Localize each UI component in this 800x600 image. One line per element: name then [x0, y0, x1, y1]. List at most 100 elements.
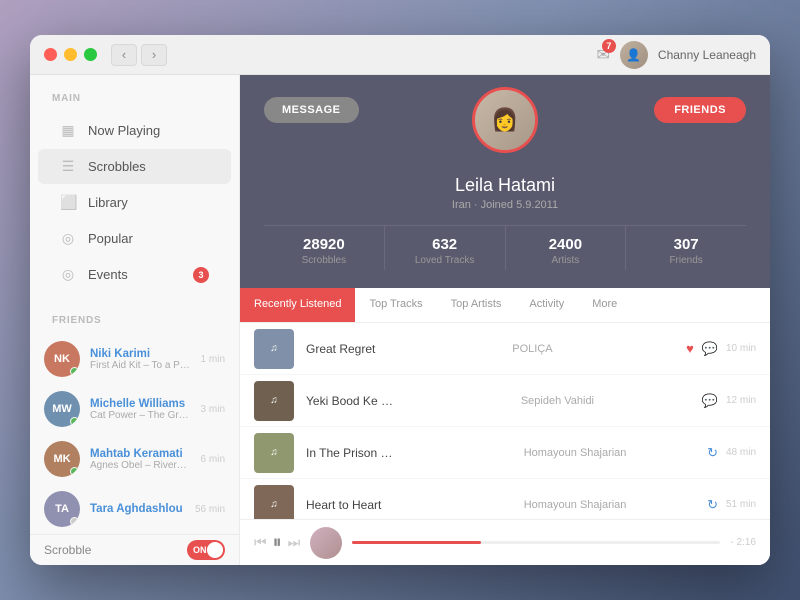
track-actions-2: ↻ 48 min — [707, 445, 756, 461]
friend-info-0: Niki Karimi First Aid Kit – To a Poet — [90, 348, 191, 371]
track-row-1[interactable]: ♫ Yeki Bood Ke … Sepideh Vahidi 💬 12 min — [240, 375, 770, 427]
track-title-2: In The Prison … — [306, 446, 512, 460]
friend-time-3: 56 min — [195, 504, 225, 515]
stat-label-3: Friends — [630, 255, 742, 266]
friend-name-0: Niki Karimi — [90, 348, 191, 360]
stat-item-1: 632 Loved Tracks — [384, 226, 505, 270]
main-content: MAIN ▦ Now Playing ☰ Scrobbles ⬜ Library… — [30, 75, 770, 565]
track-title-0: Great Regret — [306, 342, 500, 356]
maximize-button[interactable] — [84, 48, 97, 61]
minimize-button[interactable] — [64, 48, 77, 61]
stat-item-2: 2400 Artists — [505, 226, 626, 270]
track-thumb-1: ♫ — [254, 381, 294, 421]
stat-label-1: Loved Tracks — [389, 255, 501, 266]
track-thumb-inner-2: ♫ — [254, 433, 294, 473]
nav-buttons: ‹ › — [111, 44, 167, 66]
track-thumb-2: ♫ — [254, 433, 294, 473]
sidebar-item-popular[interactable]: ◎ Popular — [38, 221, 231, 256]
notification-badge[interactable]: ✉ 7 — [597, 45, 610, 65]
forward-button[interactable]: › — [141, 44, 167, 66]
friend-track-0: First Aid Kit – To a Poet — [90, 360, 191, 371]
tab-3[interactable]: Activity — [515, 288, 578, 322]
prev-button[interactable]: ⏮ — [254, 534, 267, 551]
stat-label-2: Artists — [510, 255, 622, 266]
player-bar: ⏮ ⏸ ⏭ - 2:16 — [240, 519, 770, 565]
friend-item-1[interactable]: MW Michelle Williams Cat Power – The Gre… — [30, 384, 239, 434]
progress-bar[interactable] — [352, 541, 720, 544]
profile-header: MESSAGE FRIENDS 👩 Leila Hatami Iran · Jo… — [240, 75, 770, 288]
progress-fill — [352, 541, 481, 544]
tab-2[interactable]: Top Artists — [437, 288, 516, 322]
chat-icon-1[interactable]: 💬 — [702, 393, 718, 409]
back-button[interactable]: ‹ — [111, 44, 137, 66]
sidebar-item-events[interactable]: ◎ Events 3 — [38, 257, 231, 292]
scrobble-bar: Scrobble ON — [30, 534, 239, 565]
stat-item-3: 307 Friends — [625, 226, 746, 270]
friend-item-3[interactable]: TA Tara Aghdashlou 56 min — [30, 484, 239, 534]
friends-button[interactable]: FRIENDS — [654, 97, 746, 123]
stat-num-3: 307 — [630, 236, 742, 253]
stat-label-0: Scrobbles — [268, 255, 380, 266]
sidebar-label-events: Events — [88, 267, 128, 282]
scrobble-toggle[interactable]: ON — [187, 540, 225, 560]
track-artist-3: Homayoun Shajarian — [524, 499, 695, 511]
stats-row: 28920 Scrobbles 632 Loved Tracks 2400 Ar… — [264, 225, 746, 270]
sidebar-item-library[interactable]: ⬜ Library — [38, 185, 231, 220]
traffic-lights — [44, 48, 97, 61]
track-row-2[interactable]: ♫ In The Prison … Homayoun Shajarian ↻ 4… — [240, 427, 770, 479]
sidebar-label-scrobbles: Scrobbles — [88, 159, 146, 174]
scrobble-label: Scrobble — [44, 543, 91, 557]
tab-4[interactable]: More — [578, 288, 631, 322]
track-artist-2: Homayoun Shajarian — [524, 447, 695, 459]
toggle-on-label: ON — [193, 545, 207, 555]
friend-avatar-0: NK — [44, 341, 80, 377]
sidebar-item-scrobbles[interactable]: ☰ Scrobbles — [38, 149, 231, 184]
sidebar-icon-now-playing: ▦ — [60, 122, 76, 139]
heart-icon-0[interactable]: ♥ — [686, 341, 694, 356]
friend-info-2: Mahtab Keramati Agnes Obel – Riverside — [90, 448, 191, 471]
profile-avatar: 👩 — [472, 87, 538, 153]
track-time-2: 48 min — [726, 447, 756, 458]
track-time-3: 51 min — [726, 499, 756, 510]
refresh-icon-2[interactable]: ↻ — [707, 445, 718, 461]
friend-time-0: 1 min — [201, 354, 225, 365]
sidebar-badge-events: 3 — [193, 267, 209, 283]
profile-name: Leila Hatami — [455, 175, 555, 196]
play-pause-button[interactable]: ⏸ — [273, 532, 282, 553]
notification-count: 7 — [602, 39, 616, 53]
friend-status-dot-1 — [70, 417, 79, 426]
titlebar: ‹ › ✉ 7 👤 Channy Leaneagh — [30, 35, 770, 75]
track-actions-0: ♥ 💬 10 min — [686, 341, 756, 357]
toggle-knob — [207, 542, 223, 558]
friend-item-2[interactable]: MK Mahtab Keramati Agnes Obel – Riversid… — [30, 434, 239, 484]
track-row-0[interactable]: ♫ Great Regret POLIÇA ♥ 💬 10 min — [240, 323, 770, 375]
tab-1[interactable]: Top Tracks — [355, 288, 436, 322]
track-row-3[interactable]: ♫ Heart to Heart Homayoun Shajarian ↻ 51… — [240, 479, 770, 519]
next-button[interactable]: ⏭ — [288, 534, 301, 551]
player-controls: ⏮ ⏸ ⏭ — [254, 532, 300, 553]
stat-item-0: 28920 Scrobbles — [264, 226, 384, 270]
chat-icon-0[interactable]: 💬 — [702, 341, 718, 357]
sidebar-friends-list: NK Niki Karimi First Aid Kit – To a Poet… — [30, 334, 239, 534]
refresh-icon-3[interactable]: ↻ — [707, 497, 718, 513]
close-button[interactable] — [44, 48, 57, 61]
track-thumb-0: ♫ — [254, 329, 294, 369]
track-artist-1: Sepideh Vahidi — [521, 395, 690, 407]
tab-0[interactable]: Recently Listened — [240, 288, 355, 322]
friend-avatar-3: TA — [44, 491, 80, 527]
stat-num-0: 28920 — [268, 236, 380, 253]
right-panel: MESSAGE FRIENDS 👩 Leila Hatami Iran · Jo… — [240, 75, 770, 565]
sidebar-icon-popular: ◎ — [60, 230, 76, 247]
friend-status-dot-3 — [70, 517, 79, 526]
friend-item-0[interactable]: NK Niki Karimi First Aid Kit – To a Poet… — [30, 334, 239, 384]
message-button[interactable]: MESSAGE — [264, 97, 359, 123]
sidebar-icon-library: ⬜ — [60, 194, 76, 211]
sidebar-item-now-playing[interactable]: ▦ Now Playing — [38, 113, 231, 148]
friend-name-3: Tara Aghdashlou — [90, 503, 185, 515]
friend-name-1: Michelle Williams — [90, 398, 191, 410]
time-remaining: - 2:16 — [730, 537, 756, 548]
sidebar-label-now-playing: Now Playing — [88, 123, 160, 138]
track-title-1: Yeki Bood Ke … — [306, 394, 509, 408]
track-artist-0: POLIÇA — [512, 343, 674, 355]
profile-sub: Iran · Joined 5.9.2011 — [452, 199, 558, 211]
